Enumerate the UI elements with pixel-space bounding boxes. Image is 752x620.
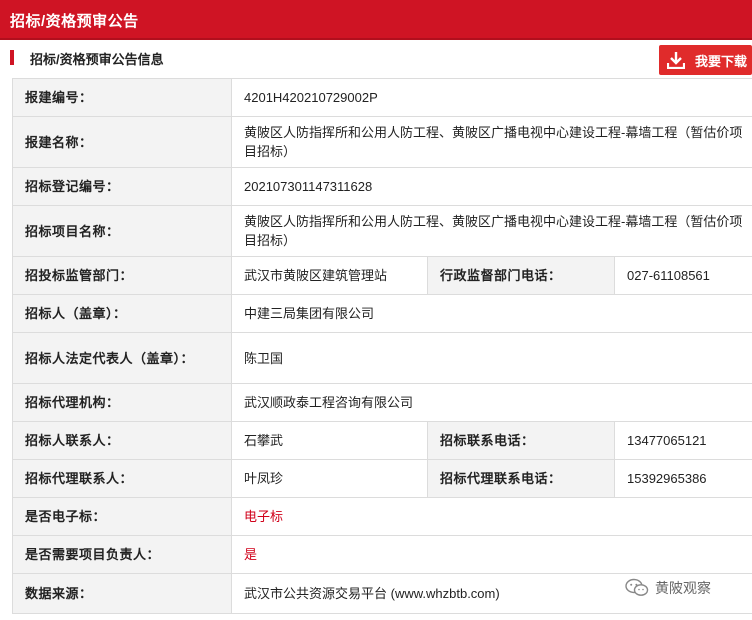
- field-value: 石攀武: [231, 421, 428, 460]
- field-label: 招标人联系人：: [12, 421, 232, 460]
- table-row: 招标项目名称： 黄陂区人防指挥所和公用人防工程、黄陂区广播电视中心建设工程-幕墙…: [12, 205, 752, 257]
- table-row: 报建编号： 4201H420210729002P: [12, 78, 752, 117]
- field-value: 4201H420210729002P: [230, 78, 752, 117]
- field-value: 202107301147311628: [230, 167, 752, 206]
- field-value: 13477065121: [613, 421, 752, 460]
- table-row: 招标登记编号： 202107301147311628: [12, 167, 752, 206]
- field-value: 是: [230, 535, 752, 574]
- field-label: 招标代理联系电话：: [427, 459, 615, 498]
- field-value: 黄陂区人防指挥所和公用人防工程、黄陂区广播电视中心建设工程-幕墙工程（暂估价项目…: [230, 116, 752, 168]
- field-label: 行政监督部门电话：: [427, 256, 615, 295]
- field-label: 是否需要项目负责人：: [12, 535, 232, 574]
- field-label: 报建名称：: [12, 116, 232, 168]
- wechat-icon: [625, 578, 649, 598]
- field-value: 电子标: [230, 497, 752, 536]
- field-value: 武汉市黄陂区建筑管理站: [231, 256, 428, 295]
- field-label: 数据来源：: [12, 573, 232, 614]
- section-header: 招标/资格预审公告信息: [0, 42, 752, 72]
- field-label: 招投标监管部门：: [12, 256, 232, 295]
- table-row: 招标代理联系人： 叶凤珍 招标代理联系电话： 15392965386: [12, 459, 752, 498]
- field-value: 叶凤珍: [231, 459, 428, 498]
- field-value: 15392965386: [613, 459, 752, 498]
- table-row: 是否需要项目负责人： 是: [12, 535, 752, 574]
- download-icon: [667, 51, 685, 69]
- field-label: 招标代理机构：: [12, 383, 232, 422]
- field-value: 武汉顺政泰工程咨询有限公司: [230, 383, 752, 422]
- field-value: 中建三局集团有限公司: [230, 294, 752, 333]
- table-row: 是否电子标： 电子标: [12, 497, 752, 536]
- table-row: 招标代理机构： 武汉顺政泰工程咨询有限公司: [12, 383, 752, 422]
- section-marker: [10, 50, 14, 65]
- download-button[interactable]: 我要下载: [659, 45, 752, 75]
- field-label: 招标联系电话：: [427, 421, 615, 460]
- field-label: 招标登记编号：: [12, 167, 232, 206]
- table-row: 招投标监管部门： 武汉市黄陂区建筑管理站 行政监督部门电话： 027-61108…: [12, 256, 752, 295]
- download-label: 我要下载: [695, 53, 748, 69]
- field-label: 招标人（盖章）：: [12, 294, 232, 333]
- table-row: 招标人联系人： 石攀武 招标联系电话： 13477065121: [12, 421, 752, 460]
- notice-info-table: 报建编号： 4201H420210729002P 报建名称： 黄陂区人防指挥所和…: [12, 78, 752, 614]
- table-row: 报建名称： 黄陂区人防指挥所和公用人防工程、黄陂区广播电视中心建设工程-幕墙工程…: [12, 116, 752, 168]
- page-title: 招标/资格预审公告: [10, 13, 139, 30]
- watermark: 黄陂观察: [625, 575, 711, 601]
- section-title: 招标/资格预审公告信息: [30, 52, 164, 67]
- watermark-text: 黄陂观察: [655, 580, 711, 596]
- field-label: 招标人法定代表人（盖章）：: [12, 332, 232, 384]
- table-row: 招标人（盖章）： 中建三局集团有限公司: [12, 294, 752, 333]
- field-value: 陈卫国: [230, 332, 752, 384]
- field-value: 黄陂区人防指挥所和公用人防工程、黄陂区广播电视中心建设工程-幕墙工程（暂估价项目…: [230, 205, 752, 257]
- field-label: 招标代理联系人：: [12, 459, 232, 498]
- table-row: 招标人法定代表人（盖章）： 陈卫国: [12, 332, 752, 384]
- page-header: 招标/资格预审公告: [0, 0, 752, 40]
- field-label: 是否电子标：: [12, 497, 232, 536]
- field-value: 027-61108561: [613, 256, 752, 295]
- field-label: 招标项目名称：: [12, 205, 232, 257]
- field-label: 报建编号：: [12, 78, 232, 117]
